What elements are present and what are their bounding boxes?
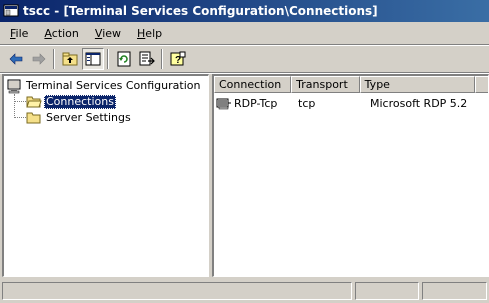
tree-item-label: Server Settings: [46, 111, 131, 124]
refresh-icon: [117, 51, 131, 67]
rdp-connection-icon: [216, 98, 231, 110]
list-header: Connection Transport Type: [214, 76, 488, 93]
title-bar[interactable]: tscc - [Terminal Services Configuration\…: [0, 0, 489, 22]
column-header-connection[interactable]: Connection: [214, 76, 292, 93]
refresh-button[interactable]: [113, 48, 135, 70]
status-panel-secondary: [355, 282, 419, 300]
toolbar: ?: [0, 46, 489, 72]
up-one-level-button[interactable]: [59, 48, 81, 70]
menu-file[interactable]: File: [4, 25, 34, 43]
tree-item-connections[interactable]: Connections: [26, 94, 116, 110]
toolbar-separator: [53, 49, 55, 69]
show-hide-console-tree-button[interactable]: [82, 48, 104, 70]
menu-bar: File Action View Help: [0, 24, 489, 44]
tree-root-label: Terminal Services Configuration: [26, 79, 201, 92]
column-header-transport[interactable]: Transport: [291, 76, 360, 93]
export-list-icon: [139, 51, 155, 66]
tree-root-item[interactable]: Terminal Services Configuration: [6, 78, 202, 94]
status-panel-tertiary: [422, 282, 487, 300]
tree-connector: [14, 94, 15, 118]
toolbar-separator: [107, 49, 109, 69]
tree-connector: [14, 101, 26, 102]
menu-view[interactable]: View: [89, 25, 127, 43]
tree-item-server-settings[interactable]: Server Settings: [26, 110, 133, 126]
terminal-services-icon: [7, 79, 21, 94]
status-panel-main: [2, 282, 352, 300]
cell-connection: RDP-Tcp: [234, 97, 278, 110]
toolbar-separator: [161, 49, 163, 69]
forward-arrow-icon: [32, 53, 46, 65]
tree-item-label: Connections: [44, 95, 116, 109]
show-hide-tree-icon: [85, 52, 101, 66]
up-folder-icon: [62, 52, 78, 66]
back-button[interactable]: [5, 48, 27, 70]
window-title: tscc - [Terminal Services Configuration\…: [23, 4, 378, 18]
help-icon: ?: [170, 51, 186, 66]
status-bar: [0, 280, 489, 303]
column-header-filler: [475, 76, 488, 93]
cell-transport: tcp: [298, 97, 316, 110]
menu-action[interactable]: Action: [38, 25, 84, 43]
cell-type: Microsoft RDP 5.2: [370, 97, 468, 110]
folder-open-icon: [26, 96, 42, 108]
folder-icon: [26, 112, 41, 124]
forward-button[interactable]: [28, 48, 50, 70]
help-button[interactable]: ?: [167, 48, 189, 70]
mmc-app-icon: [3, 4, 19, 17]
tree-connector: [14, 117, 26, 118]
export-list-button[interactable]: [136, 48, 158, 70]
back-arrow-icon: [9, 53, 23, 65]
menu-help[interactable]: Help: [131, 25, 168, 43]
column-header-type[interactable]: Type: [359, 76, 476, 93]
table-row[interactable]: RDP-Tcp tcp Microsoft RDP 5.2: [216, 96, 486, 112]
details-pane[interactable]: Connection Transport Type RDP-Tcp tcp Mi…: [212, 74, 489, 277]
console-tree-pane[interactable]: Terminal Services Configuration Connecti…: [2, 74, 209, 277]
